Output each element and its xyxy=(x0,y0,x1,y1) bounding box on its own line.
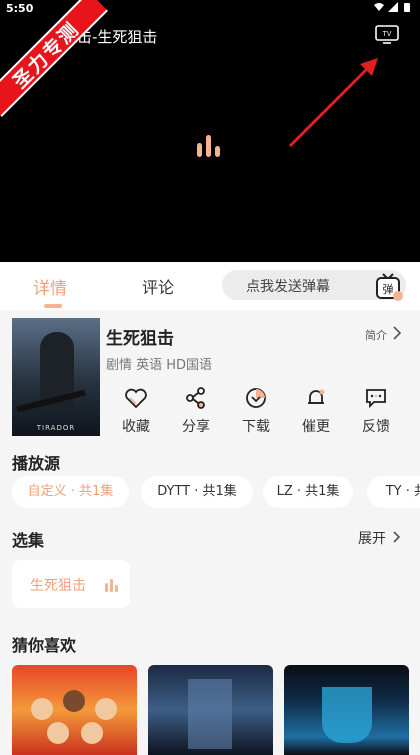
status-time: 5:50 xyxy=(6,2,34,15)
recommend-thumbnail xyxy=(31,690,117,744)
remind-update-button[interactable]: 催更 xyxy=(286,382,346,436)
recommend-card[interactable] xyxy=(284,665,409,755)
episode-label: 生死狙击 xyxy=(30,578,86,594)
episode-item[interactable]: 生死狙击 xyxy=(12,560,130,608)
source-chip[interactable]: TY · 共1集 xyxy=(367,476,420,508)
episodes-title: 选集 xyxy=(12,531,45,550)
feedback-label: 反馈 xyxy=(362,419,390,435)
danmaku-placeholder: 点我发送弹幕 xyxy=(246,279,330,295)
movie-poster: TIRADOR xyxy=(12,318,100,436)
chevron-right-icon[interactable] xyxy=(392,325,402,341)
favorite-button[interactable]: 收藏 xyxy=(106,382,166,436)
share-button[interactable]: 分享 xyxy=(166,382,226,436)
favorite-label: 收藏 xyxy=(122,419,150,435)
recommend-title: 猜你喜欢 xyxy=(12,636,77,655)
svg-text:TV: TV xyxy=(383,31,392,38)
chevron-right-icon[interactable] xyxy=(392,530,402,544)
source-chip[interactable]: LZ · 共1集 xyxy=(263,476,353,508)
download-label: 下载 xyxy=(242,419,270,435)
battery-icon xyxy=(404,3,410,12)
tab-indicator xyxy=(44,304,62,308)
feedback-icon xyxy=(366,389,386,409)
danmaku-toggle-icon[interactable]: 弹 xyxy=(374,272,404,302)
download-button[interactable]: 下载 xyxy=(226,382,286,436)
heart-icon xyxy=(125,388,147,409)
status-icons xyxy=(374,2,412,12)
tv-cast-icon[interactable]: TV xyxy=(375,24,399,44)
tab-detail[interactable]: 详情 xyxy=(33,274,67,299)
tab-comment[interactable]: 评论 xyxy=(142,274,174,298)
loading-icon xyxy=(197,135,220,157)
signal-icon xyxy=(388,2,398,12)
download-icon xyxy=(246,388,266,408)
share-icon xyxy=(186,387,205,409)
video-player[interactable]: 5:50 狙击-生死狙击 TV 圣力专测 xyxy=(0,0,420,262)
source-chip[interactable]: DYTT · 共1集 xyxy=(141,476,253,508)
action-bar: 收藏 分享 下载 催更 反馈 xyxy=(106,382,406,442)
movie-title: 生死狙击 xyxy=(106,329,174,349)
detail-content: 详情 评论 点我发送弹幕 弹 TIRADOR 生死狙击 剧情 英语 HD国语 简… xyxy=(0,262,420,755)
poster-title: TIRADOR xyxy=(36,424,76,432)
annotation-arrow-icon xyxy=(288,58,378,148)
feedback-button[interactable]: 反馈 xyxy=(346,382,406,436)
playing-icon xyxy=(105,579,118,592)
sources-title: 播放源 xyxy=(12,454,61,473)
danmaku-badge: 弹 xyxy=(383,282,394,296)
recommend-card[interactable] xyxy=(12,665,137,755)
remind-update-label: 催更 xyxy=(302,419,330,435)
share-label: 分享 xyxy=(182,419,210,435)
source-chip[interactable]: 自定义 · 共1集 xyxy=(12,476,129,508)
movie-meta: 剧情 英语 HD国语 xyxy=(106,358,213,373)
recommend-card[interactable] xyxy=(148,665,273,755)
source-list: 自定义 · 共1集 DYTT · 共1集 LZ · 共1集 TY · 共1集 xyxy=(12,476,420,508)
expand-button[interactable]: 展开 xyxy=(358,528,386,548)
wifi-icon xyxy=(374,3,384,11)
intro-link[interactable]: 简介 xyxy=(365,327,387,343)
tab-bar: 详情 评论 点我发送弹幕 弹 xyxy=(0,262,420,310)
bell-icon xyxy=(308,389,325,404)
